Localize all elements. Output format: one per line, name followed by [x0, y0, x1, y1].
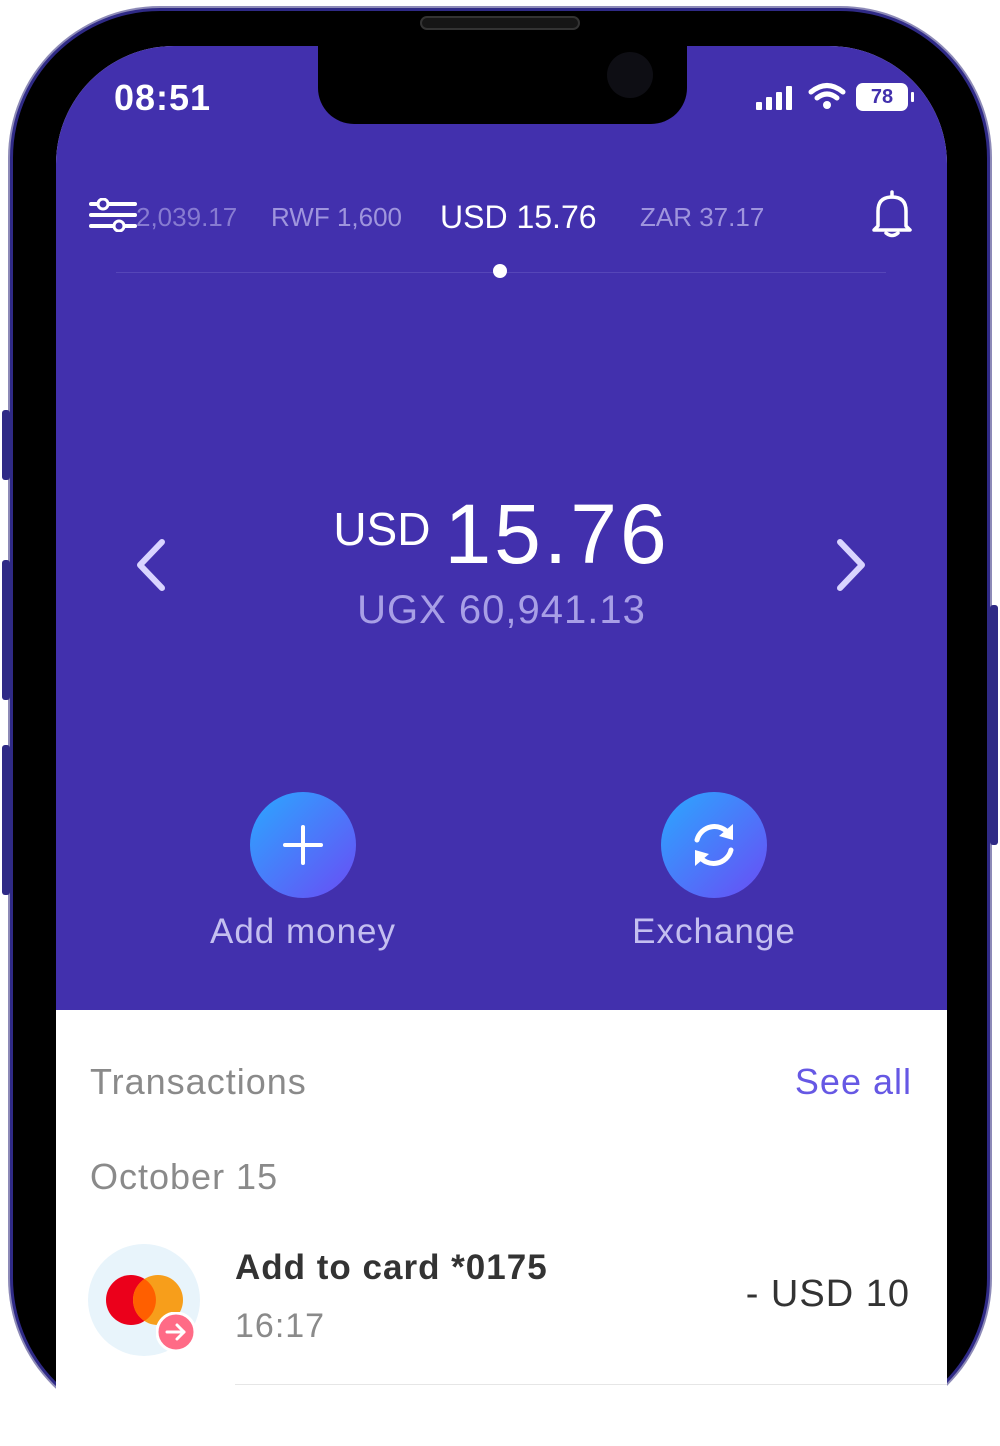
transaction-avatar: [88, 1244, 200, 1356]
transaction-time: 16:17: [235, 1307, 326, 1345]
exchange-circle[interactable]: [661, 792, 767, 898]
transactions-header: Transactions: [90, 1061, 307, 1102]
battery-tip: [911, 92, 914, 102]
exchange-label: Exchange: [632, 912, 796, 951]
add-money-label: Add money: [209, 912, 397, 951]
transaction-date-header: October 15: [90, 1156, 279, 1197]
status-time: 08:51: [114, 77, 212, 118]
side-button: [990, 605, 998, 845]
wifi-icon: [808, 83, 846, 109]
account-tab[interactable]: 2,039.17: [136, 202, 237, 233]
side-button: [2, 560, 10, 700]
camera-icon: [607, 52, 653, 98]
side-button: [2, 745, 10, 895]
device-notch: [318, 46, 687, 124]
app-screen: 08:51 78 2,039.17 RWF 1,600 USD 15.76 ZA…: [56, 46, 947, 1446]
account-tab[interactable]: ZAR 37.17: [640, 202, 764, 233]
balance-hero: 08:51 78 2,039.17 RWF 1,600 USD 15.76 ZA…: [56, 46, 947, 1010]
add-money-button[interactable]: Add money: [188, 792, 418, 952]
speaker-grille: [420, 16, 580, 30]
balance-amount: 15.76: [444, 487, 670, 581]
side-button: [2, 410, 10, 480]
arrow-right-icon: [156, 1312, 196, 1352]
battery-indicator: 78: [856, 83, 908, 111]
balance-converted: UGX 60,941.13: [357, 588, 646, 632]
filter-icon[interactable]: [89, 198, 137, 232]
see-all-link[interactable]: See all: [795, 1061, 912, 1103]
plus-icon: [283, 825, 323, 865]
balance-display: USD 15.76: [56, 486, 947, 583]
transaction-amount: - USD 10: [745, 1273, 910, 1315]
bell-icon[interactable]: [870, 190, 914, 238]
account-tab[interactable]: RWF 1,600: [271, 202, 402, 233]
transaction-title: Add to card *0175: [235, 1248, 548, 1287]
cellular-signal-icon: [756, 86, 796, 110]
balance-currency: USD: [333, 503, 431, 555]
active-tab-indicator: [493, 264, 507, 278]
account-tab-active[interactable]: USD 15.76: [440, 199, 597, 236]
refresh-icon: [694, 824, 734, 866]
divider: [235, 1384, 947, 1385]
add-money-circle[interactable]: [250, 792, 356, 898]
exchange-button[interactable]: Exchange: [599, 792, 829, 952]
